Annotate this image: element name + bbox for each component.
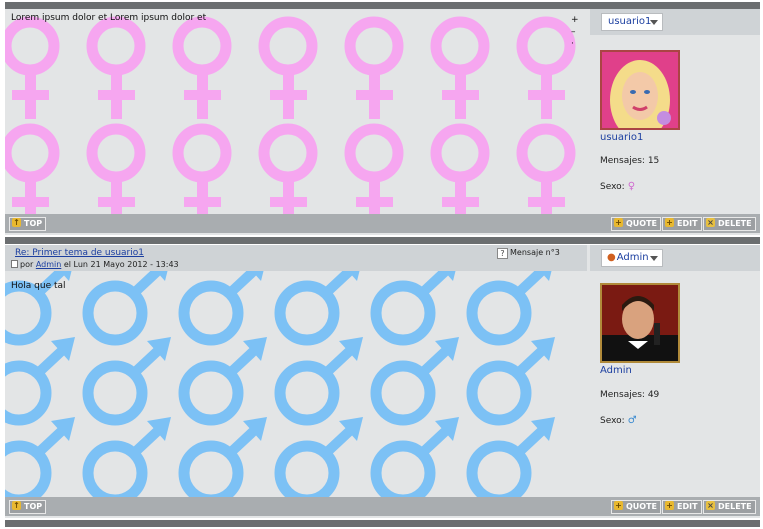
edit-button[interactable]: + EDIT <box>662 500 702 514</box>
top-label: TOP <box>24 219 43 228</box>
close-icon: × <box>706 501 715 510</box>
female-symbol-icon: ♀ <box>627 181 636 192</box>
quote-label: QUOTE <box>626 219 658 228</box>
zoom-out-button[interactable]: – <box>571 26 579 38</box>
post-date: el Lun 21 Mayo 2012 - 13:43 <box>63 260 179 269</box>
female-pattern-background <box>5 9 587 214</box>
avatar-image <box>602 285 678 361</box>
quote-button[interactable]: + QUOTE <box>611 217 662 231</box>
edit-label: EDIT <box>677 219 698 228</box>
message-number-label: Mensaje n°3 <box>510 248 560 257</box>
avatar[interactable] <box>600 283 680 363</box>
post-1-side-header: usuario1 <box>590 9 760 35</box>
plus-icon: + <box>614 501 623 510</box>
arrow-up-icon: ↑ <box>12 501 21 510</box>
post-1-sidebar: usuario1 usuario1 Mensajes: 15 Sexo: ♀ <box>590 9 760 214</box>
message-number: ? Mensaje n°3 <box>497 248 560 259</box>
separator-bar <box>5 237 760 244</box>
top-label: TOP <box>24 502 43 511</box>
separator-bar <box>5 520 760 527</box>
post-2-side-header: ●Admin <box>590 245 760 271</box>
quote-label: QUOTE <box>626 502 658 511</box>
user-menu-button[interactable]: usuario1 <box>601 13 663 31</box>
username[interactable]: Admin <box>600 365 632 376</box>
messages-count: Mensajes: 15 <box>600 156 660 166</box>
sex-field: Sexo: ♀ <box>600 181 635 192</box>
post-meta: por Admin el Lun 21 Mayo 2012 - 13:43 <box>11 260 179 269</box>
help-icon[interactable]: ? <box>497 248 508 259</box>
delete-label: DELETE <box>718 219 752 228</box>
male-symbol-icon: ♂ <box>627 415 637 426</box>
post-1: Lorem ipsum dolor et Lorem ipsum dolor e… <box>5 9 760 235</box>
messages-count: Mensajes: 49 <box>600 390 660 400</box>
post-2: Re: Primer tema de usuario1 por Admin el… <box>5 245 760 518</box>
avatar[interactable] <box>600 50 680 130</box>
delete-button[interactable]: × DELETE <box>703 500 756 514</box>
quote-button[interactable]: + QUOTE <box>611 500 662 514</box>
arrow-up-icon: ↑ <box>12 218 21 227</box>
plus-icon: + <box>614 218 623 227</box>
zoom-controls[interactable]: + – · <box>571 14 579 50</box>
post-2-text: Hola que tal <box>11 281 66 291</box>
zoom-in-button[interactable]: + <box>571 14 579 26</box>
post-1-text: Lorem ipsum dolor et Lorem ipsum dolor e… <box>11 13 207 23</box>
chevron-down-icon <box>650 20 658 25</box>
male-pattern-background <box>5 271 587 497</box>
delete-label: DELETE <box>718 502 752 511</box>
post-2-footer: ↑ TOP + QUOTE + EDIT × DELETE <box>5 497 760 516</box>
username[interactable]: usuario1 <box>600 132 643 143</box>
user-icon: ● <box>607 252 616 263</box>
close-icon: × <box>706 218 715 227</box>
plus-icon: + <box>665 218 674 227</box>
post-2-sidebar: ●Admin Admin Mensajes: 49 Sexo: ♂ <box>590 245 760 497</box>
avatar-image <box>602 52 678 128</box>
post-title-link[interactable]: Re: Primer tema de usuario1 <box>15 248 144 258</box>
user-menu-button[interactable]: ●Admin <box>601 249 663 267</box>
post-2-body: Hola que tal <box>5 271 587 497</box>
meta-prefix: por <box>20 260 34 269</box>
top-button[interactable]: ↑ TOP <box>9 217 47 231</box>
zoom-reset-button[interactable]: · <box>571 38 579 50</box>
post-2-header: Re: Primer tema de usuario1 por Admin el… <box>5 245 587 271</box>
post-1-footer: ↑ TOP + QUOTE + EDIT × DELETE <box>5 214 760 233</box>
user-menu-label: usuario1 <box>608 16 652 27</box>
sex-label: Sexo: <box>600 182 625 192</box>
post-1-body: Lorem ipsum dolor et Lorem ipsum dolor e… <box>5 9 587 214</box>
edit-button[interactable]: + EDIT <box>662 217 702 231</box>
top-button[interactable]: ↑ TOP <box>9 500 47 514</box>
sex-label: Sexo: <box>600 416 625 426</box>
author-link[interactable]: Admin <box>36 260 62 269</box>
edit-label: EDIT <box>677 502 698 511</box>
chevron-down-icon <box>650 256 658 261</box>
plus-icon: + <box>665 501 674 510</box>
separator-bar <box>5 2 760 9</box>
user-menu-label: Admin <box>616 252 649 263</box>
delete-button[interactable]: × DELETE <box>703 217 756 231</box>
sex-field: Sexo: ♂ <box>600 415 637 426</box>
document-icon <box>11 260 18 268</box>
